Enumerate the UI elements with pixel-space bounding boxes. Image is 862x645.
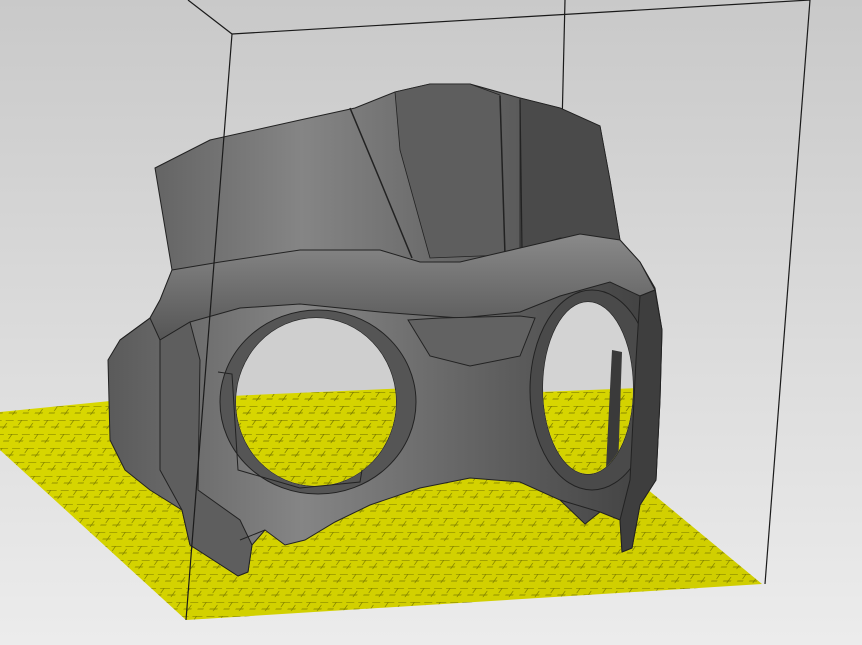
build-volume-edge xyxy=(231,0,811,35)
build-volume-edge xyxy=(764,0,811,585)
scene-canvas[interactable] xyxy=(0,0,862,645)
build-volume-edge xyxy=(187,0,233,35)
3d-viewport[interactable] xyxy=(0,0,862,645)
forehead-right-panel xyxy=(519,97,621,251)
